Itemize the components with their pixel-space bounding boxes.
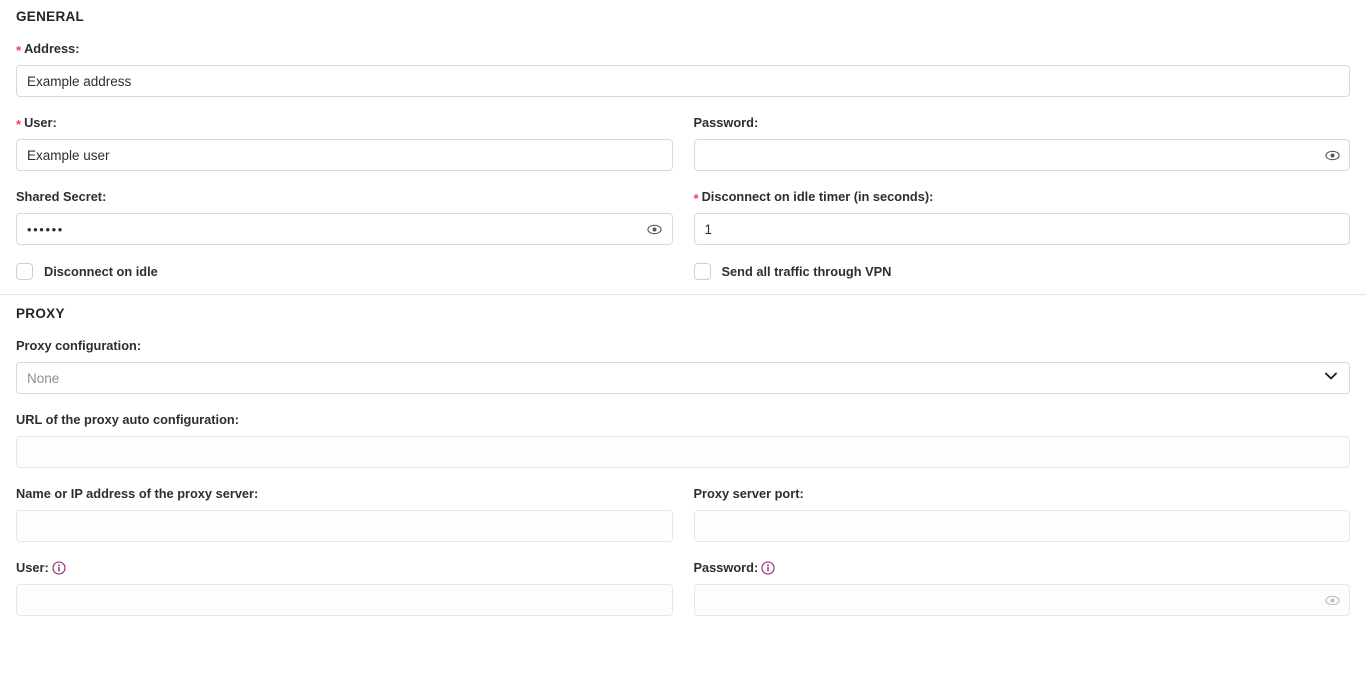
info-icon[interactable]	[761, 561, 775, 575]
shared-secret-visibility-toggle[interactable]	[646, 220, 664, 238]
pac-url-label-text: URL of the proxy auto configuration:	[16, 412, 239, 427]
disconnect-on-idle-label[interactable]: Disconnect on idle	[44, 264, 158, 279]
proxy-user-label-text: User:	[16, 560, 49, 575]
form-row-pac-url: URL of the proxy auto configuration:	[0, 412, 1366, 468]
send-all-traffic-checkbox-row[interactable]: Send all traffic through VPN	[693, 263, 1351, 280]
proxy-password-input[interactable]	[693, 584, 1350, 616]
proxy-configuration-select[interactable]: None	[16, 362, 1350, 394]
send-all-traffic-label[interactable]: Send all traffic through VPN	[722, 264, 892, 279]
proxy-password-visibility-toggle[interactable]	[1323, 591, 1341, 609]
idle-timer-label-text: Disconnect on idle timer (in seconds):	[701, 189, 934, 204]
password-label-text: Password:	[693, 115, 759, 130]
form-row-proxy-configuration: Proxy configuration: None	[0, 338, 1366, 394]
info-icon[interactable]	[52, 561, 66, 575]
password-visibility-toggle[interactable]	[1323, 146, 1341, 164]
shared-secret-input[interactable]	[16, 213, 673, 245]
send-all-traffic-checkbox[interactable]	[693, 263, 711, 280]
user-label: * User:	[16, 115, 673, 131]
required-asterisk: *	[693, 190, 699, 206]
disconnect-on-idle-checkbox-row[interactable]: Disconnect on idle	[16, 263, 673, 280]
idle-timer-input[interactable]	[693, 213, 1350, 245]
proxy-host-input[interactable]	[16, 510, 673, 542]
form-row-secret-timer: Shared Secret: * Disconnect on idl	[0, 189, 1366, 245]
form-row-user-password: * User: Password:	[0, 115, 1366, 171]
proxy-port-label: Proxy server port:	[694, 486, 1351, 502]
eye-icon	[1324, 592, 1341, 609]
proxy-configuration-selected-value: None	[27, 370, 60, 386]
proxy-configuration-label: Proxy configuration:	[16, 338, 1350, 354]
pac-url-label: URL of the proxy auto configuration:	[16, 412, 1350, 428]
proxy-host-label: Name or IP address of the proxy server:	[16, 486, 673, 502]
proxy-port-label-text: Proxy server port:	[693, 486, 804, 501]
proxy-configuration-label-text: Proxy configuration:	[16, 338, 142, 353]
section-heading-proxy: PROXY	[16, 306, 65, 321]
password-label: Password:	[694, 115, 1351, 131]
required-asterisk: *	[16, 42, 22, 58]
address-label-text: Address:	[24, 41, 80, 56]
proxy-password-label: Password:	[694, 560, 1351, 576]
proxy-host-label-text: Name or IP address of the proxy server:	[16, 486, 259, 501]
form-row-checkboxes: Disconnect on idle Send all traffic thro…	[0, 263, 1366, 280]
eye-icon	[1324, 147, 1341, 164]
proxy-password-label-text: Password:	[693, 560, 759, 575]
vpn-settings-form: GENERAL * Address: * User:	[0, 0, 1366, 685]
shared-secret-label: Shared Secret:	[16, 189, 673, 205]
pac-url-input[interactable]	[16, 436, 1350, 468]
eye-icon	[646, 221, 663, 238]
required-asterisk: *	[16, 116, 22, 132]
form-row-proxy-server: Name or IP address of the proxy server: …	[0, 486, 1366, 542]
address-label: * Address:	[16, 41, 1350, 57]
disconnect-on-idle-checkbox[interactable]	[16, 263, 33, 280]
section-heading-general: GENERAL	[16, 9, 85, 24]
shared-secret-label-text: Shared Secret:	[16, 189, 107, 204]
user-input[interactable]	[16, 139, 673, 171]
idle-timer-label: * Disconnect on idle timer (in seconds):	[694, 189, 1351, 205]
proxy-user-label: User:	[16, 560, 673, 576]
address-input[interactable]	[16, 65, 1350, 97]
proxy-user-input[interactable]	[16, 584, 673, 616]
form-row-address: * Address:	[0, 41, 1366, 97]
proxy-port-input[interactable]	[693, 510, 1350, 542]
form-row-proxy-credentials: User: Password:	[0, 560, 1366, 616]
user-label-text: User:	[24, 115, 57, 130]
password-input[interactable]	[693, 139, 1350, 171]
